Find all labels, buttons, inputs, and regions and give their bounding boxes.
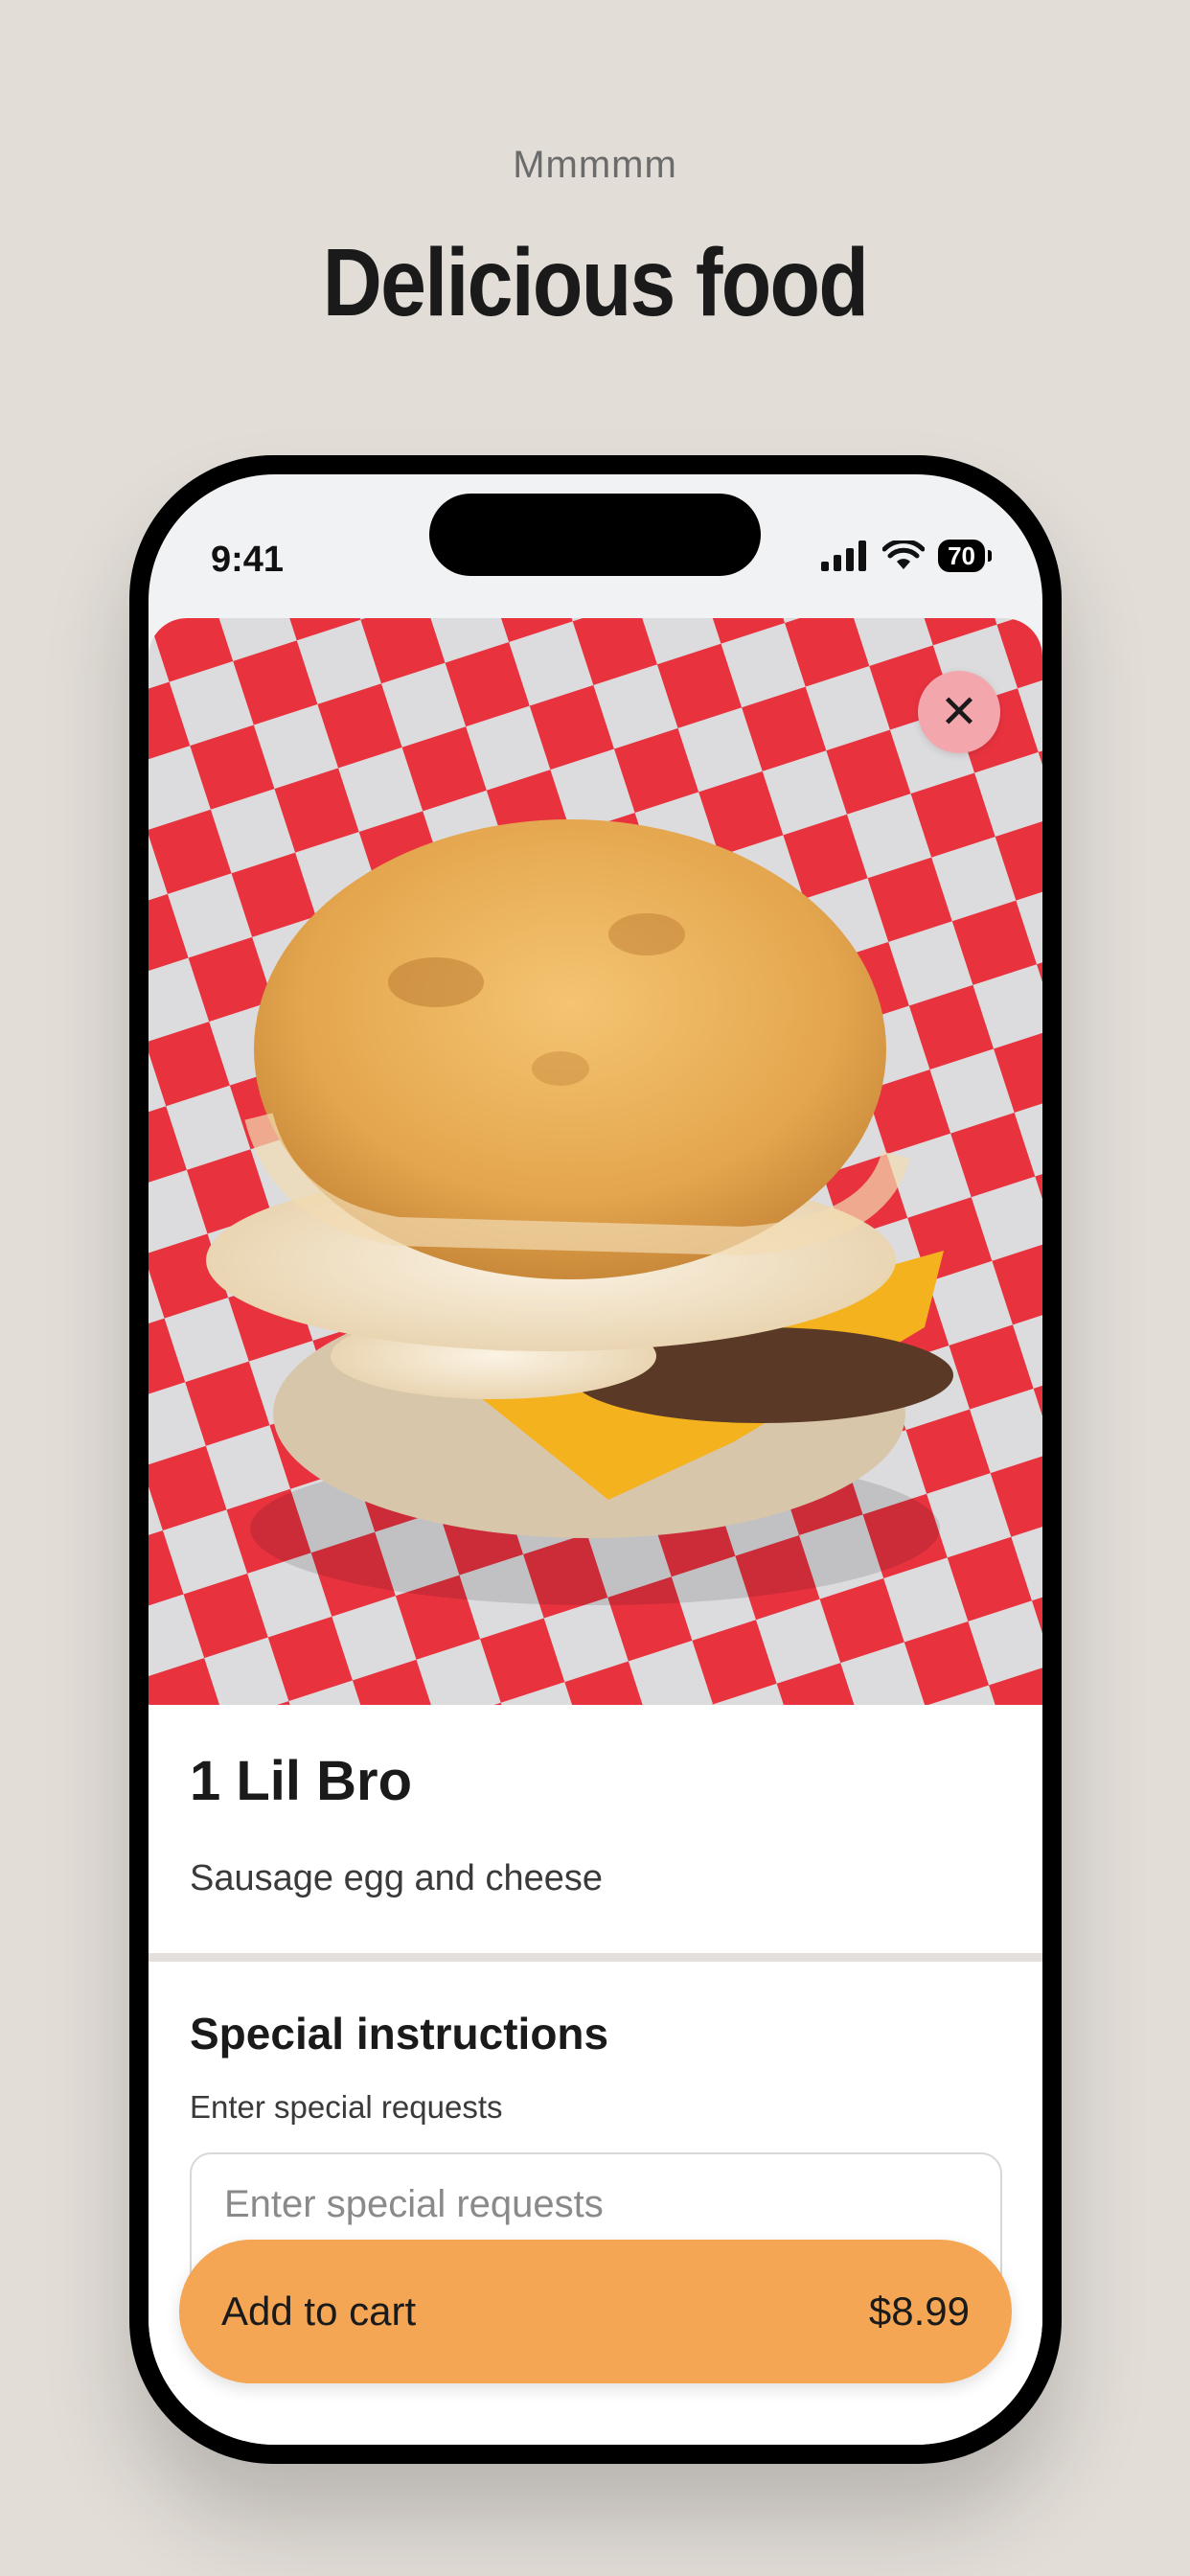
page-headline: Delicious food — [322, 229, 869, 336]
section-divider — [149, 1953, 1042, 1962]
item-detail-sheet: ✕ 1 Lil Bro Sausage egg and cheese Speci… — [149, 618, 1042, 2445]
item-title: 1 Lil Bro — [190, 1750, 413, 1812]
signal-icon — [821, 540, 867, 571]
item-description: Sausage egg and cheese — [190, 1858, 604, 1898]
close-button[interactable]: ✕ — [918, 671, 1000, 753]
cart-price: $8.99 — [868, 2288, 970, 2334]
food-photo — [149, 618, 1042, 1705]
add-to-cart-button[interactable]: Add to cart $8.99 — [179, 2240, 1012, 2383]
dynamic-island — [429, 494, 761, 576]
battery-level: 70 — [948, 541, 975, 570]
eyebrow-text: Mmmmm — [513, 144, 677, 186]
wifi-icon — [882, 540, 926, 569]
phone-frame: 9:41 70 ✕ 1 Lil Bro Sausage egg and chee… — [129, 455, 1062, 2464]
battery-icon: 70 — [938, 540, 992, 572]
special-instructions-label: Enter special requests — [190, 2089, 503, 2125]
close-icon: ✕ — [939, 687, 979, 738]
phone-screen: 9:41 70 ✕ 1 Lil Bro Sausage egg and chee… — [149, 474, 1042, 2445]
status-bar: 9:41 70 — [149, 474, 1042, 618]
special-instructions-title: Special instructions — [190, 2009, 609, 2058]
status-icons: 70 — [821, 540, 992, 572]
status-time: 9:41 — [211, 540, 285, 580]
add-to-cart-label: Add to cart — [221, 2288, 417, 2334]
